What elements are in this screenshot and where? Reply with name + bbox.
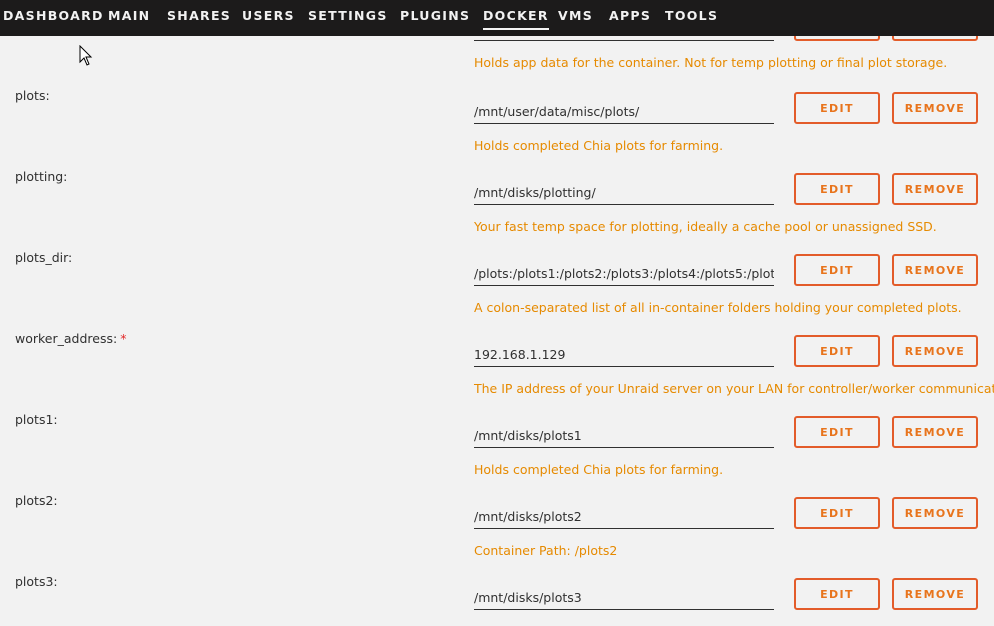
mouse-pointer-icon	[79, 45, 93, 66]
required-marker: *	[120, 331, 127, 346]
remove-button[interactable]: REMOVE	[892, 335, 978, 367]
plots3-path-input[interactable]	[474, 590, 774, 610]
field-description: The IP address of your Unraid server on …	[474, 381, 994, 396]
remove-button[interactable]: REMOVE	[892, 36, 978, 41]
plotting-path-input[interactable]	[474, 185, 774, 205]
field-label: plots1:	[15, 412, 58, 427]
nav-docker[interactable]: DOCKER	[483, 8, 549, 30]
plotting-row: plotting: EDIT REMOVE Your fast temp spa…	[0, 169, 994, 250]
plots3-row: plots3: EDIT REMOVE	[0, 574, 994, 626]
plots2-row: plots2: EDIT REMOVE Container Path: /plo…	[0, 493, 994, 574]
edit-button[interactable]: EDIT	[794, 92, 880, 124]
field-description: Container Path: /plots2	[474, 543, 618, 558]
plots2-path-input[interactable]	[474, 509, 774, 529]
plots-row: plots: EDIT REMOVE Holds completed Chia …	[0, 88, 994, 169]
remove-button[interactable]: REMOVE	[892, 173, 978, 205]
nav-vms[interactable]: VMS	[558, 8, 593, 23]
edit-button[interactable]: EDIT	[794, 416, 880, 448]
field-description: Holds completed Chia plots for farming.	[474, 462, 724, 477]
edit-button[interactable]: EDIT	[794, 335, 880, 367]
worker-address-row: worker_address:* EDIT REMOVE The IP addr…	[0, 331, 994, 412]
field-description: Your fast temp space for plotting, ideal…	[474, 219, 937, 234]
field-description: Holds app data for the container. Not fo…	[474, 55, 948, 70]
nav-tools[interactable]: TOOLS	[665, 8, 718, 23]
worker-address-input[interactable]	[474, 347, 774, 367]
nav-settings[interactable]: SETTINGS	[308, 8, 388, 23]
field-description: A colon-separated list of all in-contain…	[474, 300, 962, 315]
plots-dir-input[interactable]	[474, 266, 774, 286]
edit-button[interactable]: EDIT	[794, 173, 880, 205]
nav-main[interactable]: MAIN	[108, 8, 150, 23]
remove-button[interactable]: REMOVE	[892, 416, 978, 448]
remove-button[interactable]: REMOVE	[892, 497, 978, 529]
appdata-row: EDIT REMOVE Holds app data for the conta…	[0, 36, 994, 86]
edit-button[interactable]: EDIT	[794, 578, 880, 610]
field-label: plots3:	[15, 574, 58, 589]
field-label: worker_address: *	[15, 331, 127, 346]
field-label: plots:	[15, 88, 50, 103]
nav-apps[interactable]: APPS	[609, 8, 651, 23]
plots-dir-row: plots_dir: EDIT REMOVE A colon-separated…	[0, 250, 994, 331]
edit-button[interactable]: EDIT	[794, 497, 880, 529]
nav-users[interactable]: USERS	[242, 8, 295, 23]
edit-button[interactable]: EDIT	[794, 36, 880, 41]
nav-plugins[interactable]: PLUGINS	[400, 8, 470, 23]
plots1-path-input[interactable]	[474, 428, 774, 448]
edit-button[interactable]: EDIT	[794, 254, 880, 286]
nav-shares[interactable]: SHARES	[167, 8, 231, 23]
nav-dashboard[interactable]: DASHBOARD	[3, 8, 104, 23]
field-description: Holds completed Chia plots for farming.	[474, 138, 724, 153]
field-label: plots2:	[15, 493, 58, 508]
appdata-path-input[interactable]	[474, 36, 774, 41]
top-navigation: DASHBOARD MAIN SHARES USERS SETTINGS PLU…	[0, 0, 994, 36]
remove-button[interactable]: REMOVE	[892, 578, 978, 610]
plots-path-input[interactable]	[474, 104, 774, 124]
field-label: plotting:	[15, 169, 68, 184]
remove-button[interactable]: REMOVE	[892, 254, 978, 286]
field-label: plots_dir:	[15, 250, 73, 265]
remove-button[interactable]: REMOVE	[892, 92, 978, 124]
container-settings-form: EDIT REMOVE Holds app data for the conta…	[0, 36, 994, 626]
plots1-row: plots1: EDIT REMOVE Holds completed Chia…	[0, 412, 994, 493]
